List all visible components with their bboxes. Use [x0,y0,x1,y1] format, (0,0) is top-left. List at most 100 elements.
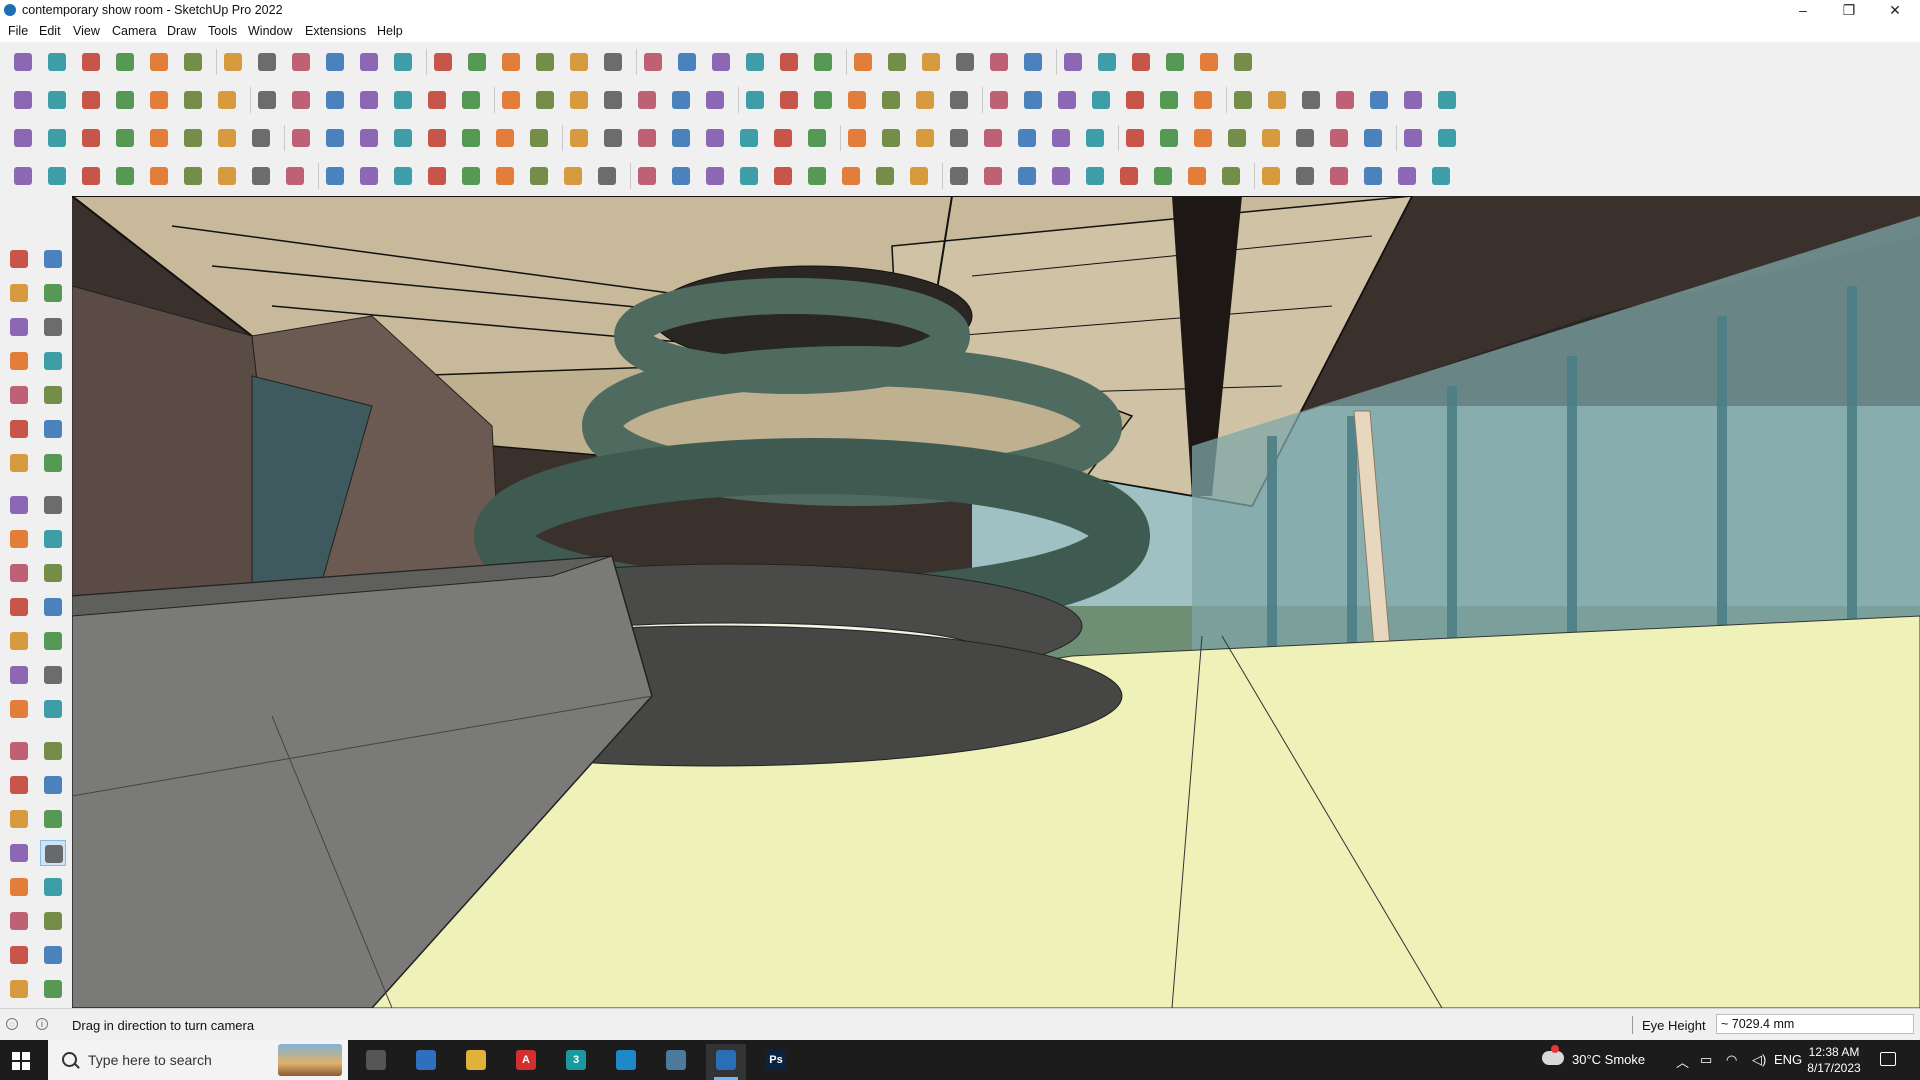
taskbar-app-photoshop[interactable]: Ps [756,1044,796,1080]
row3-tool-3-icon[interactable] [78,125,104,151]
large-tool-20-icon[interactable] [40,560,66,586]
row3-tool-4-icon[interactable] [112,125,138,151]
row3-tool-5-icon[interactable] [146,125,172,151]
row1-tool-35-icon[interactable] [1196,49,1222,75]
menu-camera[interactable]: Camera [112,24,156,38]
row3-tool-1-icon[interactable] [10,125,36,151]
row2-tool-27-icon[interactable] [912,87,938,113]
row2-tool-39-icon[interactable] [1332,87,1358,113]
row2-tool-19-icon[interactable] [634,87,660,113]
row4-tool-17-icon[interactable] [560,163,586,189]
display-icon[interactable]: ▭ [1700,1052,1712,1068]
row1-tool-5-icon[interactable] [146,49,172,75]
menu-file[interactable]: File [8,24,28,38]
row2-tool-14-icon[interactable] [458,87,484,113]
menu-view[interactable]: View [73,24,100,38]
look-around-tool-icon[interactable] [40,840,66,866]
row2-tool-25-icon[interactable] [844,87,870,113]
row1-tool-1-icon[interactable] [10,49,36,75]
row3-tool-42-icon[interactable] [1434,125,1460,151]
row1-tool-8-icon[interactable] [254,49,280,75]
row4-tool-34-icon[interactable] [1150,163,1176,189]
large-tool-25-icon[interactable] [6,662,32,688]
large-tool-39-icon[interactable] [6,908,32,934]
row2-tool-10-icon[interactable] [322,87,348,113]
row2-tool-9-icon[interactable] [288,87,314,113]
large-tool-41-icon[interactable] [6,942,32,968]
large-tool-38-icon[interactable] [40,874,66,900]
row1-tool-3-icon[interactable] [78,49,104,75]
row3-tool-36-icon[interactable] [1224,125,1250,151]
taskbar-app-file-explorer[interactable] [456,1044,496,1080]
row4-tool-25-icon[interactable] [838,163,864,189]
row3-tool-29-icon[interactable] [980,125,1006,151]
language-indicator[interactable]: ENG [1774,1052,1802,1067]
row4-tool-35-icon[interactable] [1184,163,1210,189]
row2-tool-6-icon[interactable] [180,87,206,113]
large-tool-26-icon[interactable] [40,662,66,688]
row2-tool-32-icon[interactable] [1088,87,1114,113]
row1-tool-31-icon[interactable] [1060,49,1086,75]
row1-tool-12-icon[interactable] [390,49,416,75]
taskbar-app-task-view[interactable] [356,1044,396,1080]
row3-tool-12-icon[interactable] [390,125,416,151]
chevron-up-icon[interactable]: ︿ [1676,1052,1689,1071]
row4-tool-39-icon[interactable] [1326,163,1352,189]
large-tool-19-icon[interactable] [6,560,32,586]
large-tool-7-icon[interactable] [6,348,32,374]
row1-tool-33-icon[interactable] [1128,49,1154,75]
menu-draw[interactable]: Draw [167,24,196,38]
large-tool-14-icon[interactable] [40,450,66,476]
row4-tool-12-icon[interactable] [390,163,416,189]
row2-tool-18-icon[interactable] [600,87,626,113]
taskbar-app-sketchup[interactable] [706,1044,746,1080]
row4-tool-5-icon[interactable] [146,163,172,189]
row4-tool-3-icon[interactable] [78,163,104,189]
row3-tool-17-icon[interactable] [566,125,592,151]
row2-tool-1-icon[interactable] [10,87,36,113]
row4-tool-4-icon[interactable] [112,163,138,189]
windows-start-icon[interactable] [12,1052,30,1070]
large-tool-24-icon[interactable] [40,628,66,654]
row2-tool-12-icon[interactable] [390,87,416,113]
row1-tool-6-icon[interactable] [180,49,206,75]
large-tool-22-icon[interactable] [40,594,66,620]
notifications-icon[interactable] [1880,1052,1896,1066]
row1-tool-34-icon[interactable] [1162,49,1188,75]
row2-tool-31-icon[interactable] [1054,87,1080,113]
row2-tool-2-icon[interactable] [44,87,70,113]
row1-tool-19-icon[interactable] [640,49,666,75]
large-tool-3-icon[interactable] [6,280,32,306]
large-tool-2-icon[interactable] [40,246,66,272]
row2-tool-37-icon[interactable] [1264,87,1290,113]
row4-tool-32-icon[interactable] [1082,163,1108,189]
row3-tool-13-icon[interactable] [424,125,450,151]
large-tool-35-icon[interactable] [6,840,32,866]
row4-tool-33-icon[interactable] [1116,163,1142,189]
taskbar-app-snipping-tool[interactable] [656,1044,696,1080]
row1-tool-30-icon[interactable] [1020,49,1046,75]
row1-tool-11-icon[interactable] [356,49,382,75]
row2-tool-42-icon[interactable] [1434,87,1460,113]
row1-tool-4-icon[interactable] [112,49,138,75]
row2-tool-15-icon[interactable] [498,87,524,113]
large-tool-37-icon[interactable] [6,874,32,900]
row2-tool-35-icon[interactable] [1190,87,1216,113]
large-tool-13-icon[interactable] [6,450,32,476]
large-tool-29-icon[interactable] [6,738,32,764]
row1-tool-13-icon[interactable] [430,49,456,75]
row2-tool-29-icon[interactable] [986,87,1012,113]
row2-tool-17-icon[interactable] [566,87,592,113]
large-tool-44-icon[interactable] [40,976,66,1002]
row1-tool-14-icon[interactable] [464,49,490,75]
row1-tool-20-icon[interactable] [674,49,700,75]
row2-tool-38-icon[interactable] [1298,87,1324,113]
row3-tool-18-icon[interactable] [600,125,626,151]
row4-tool-15-icon[interactable] [492,163,518,189]
row4-tool-19-icon[interactable] [634,163,660,189]
row3-tool-40-icon[interactable] [1360,125,1386,151]
large-tool-43-icon[interactable] [6,976,32,1002]
row1-tool-26-icon[interactable] [884,49,910,75]
weather-text[interactable]: 30°C Smoke [1572,1052,1645,1067]
row4-tool-14-icon[interactable] [458,163,484,189]
